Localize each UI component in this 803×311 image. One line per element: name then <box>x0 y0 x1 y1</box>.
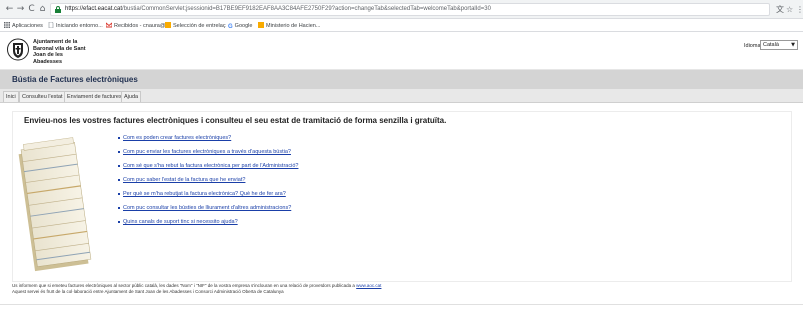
title-band: Bústia de Factures electròniques <box>0 70 803 89</box>
footer: Us informem que si emeteu factures elect… <box>12 283 792 299</box>
bullet-icon <box>118 179 120 181</box>
chevron-down-icon: ▼ <box>791 42 795 48</box>
bookmark-iniciando[interactable]: Iniciando entorno... <box>48 22 103 30</box>
page-title: Bústia de Factures electròniques <box>12 75 138 84</box>
tab-enviament-factures[interactable]: Enviament de factures <box>64 91 125 102</box>
faq-link[interactable]: Com sé que s'ha rebut la factura electrò… <box>123 163 298 170</box>
main-content: Envieu-nos les vostres factures electròn… <box>12 111 792 282</box>
aoc-link[interactable]: www.aoc.cat <box>356 283 381 288</box>
bullet-icon <box>118 165 120 167</box>
home-icon[interactable]: ⌂ <box>37 4 48 15</box>
faq-link[interactable]: Per què se m'ha rebutjat la factura elec… <box>123 191 286 198</box>
tab-inici[interactable]: Inici <box>3 91 19 102</box>
translate-icon[interactable]: 文 <box>776 4 784 15</box>
site-header: Ajuntament de la Baronal vila de Sant Jo… <box>0 32 803 70</box>
browser-menu-icon[interactable]: ⋮ <box>796 4 803 15</box>
back-icon[interactable]: ← <box>4 4 15 15</box>
bookmark-apps[interactable]: Aplicaciones <box>4 22 43 30</box>
faq-link[interactable]: Quins canals de suport tinc si necessito… <box>123 219 238 226</box>
faq-link[interactable]: Com puc enviar les factures electrònique… <box>123 149 291 156</box>
organization-name: Ajuntament de la Baronal vila de Sant Jo… <box>33 39 86 65</box>
coat-of-arms-logo[interactable] <box>7 37 29 62</box>
language-select[interactable]: Català ▼ <box>760 40 798 50</box>
tab-consulteu-estat[interactable]: Consulteu l'estat <box>19 91 66 102</box>
bookmark-yellow-icon <box>258 22 264 28</box>
bullet-icon <box>118 207 120 209</box>
bookmark-ministerio[interactable]: Ministerio de Hacien... <box>258 22 320 30</box>
bookmark-google[interactable]: G Google <box>228 22 252 30</box>
reload-icon[interactable]: C <box>26 4 37 15</box>
bookmark-yellow-icon <box>165 22 171 28</box>
bullet-icon <box>118 151 120 153</box>
gmail-icon <box>106 22 112 28</box>
bullet-icon <box>118 193 120 195</box>
faq-link[interactable]: Com puc consultar les bústies de lliuram… <box>123 205 291 212</box>
bookmark-seleccion[interactable]: Selección de entrelaç <box>165 22 226 30</box>
apps-icon <box>4 22 10 28</box>
tab-ajuda[interactable]: Ajuda <box>121 91 142 102</box>
bookmark-star-icon[interactable]: ☆ <box>786 4 793 15</box>
url-text: https://efact.eacat.cat/bustia/CommonSer… <box>65 6 491 12</box>
paper-stack-illustration <box>18 137 92 272</box>
browser-toolbar: ← → C ⌂ https://efact.eacat.cat/bustia/C… <box>0 0 803 19</box>
tab-bar: Inici Consulteu l'estat Enviament de fac… <box>0 89 803 103</box>
bullet-icon <box>118 221 120 223</box>
faq-link[interactable]: Com puc saber l'estat de la factura que … <box>123 177 245 184</box>
lock-icon <box>55 6 61 13</box>
bookmark-gmail[interactable]: Recibidos - cnaura@ <box>106 22 165 30</box>
google-icon: G <box>228 24 233 30</box>
bullet-icon <box>118 137 120 139</box>
address-bar[interactable]: https://efact.eacat.cat/bustia/CommonSer… <box>50 3 770 16</box>
welcome-headline: Envieu-nos les vostres factures electròn… <box>24 116 447 125</box>
forward-icon[interactable]: → <box>15 4 26 15</box>
language-label: Idioma <box>744 43 761 49</box>
page-icon <box>48 22 54 28</box>
bookmarks-bar: Aplicaciones Iniciando entorno... Recibi… <box>0 19 803 32</box>
divider <box>0 304 803 305</box>
footer-credits: Aquest servei és fruït de la col·laborac… <box>12 289 284 294</box>
faq-link[interactable]: Com es poden crear factures electrònique… <box>123 135 231 142</box>
